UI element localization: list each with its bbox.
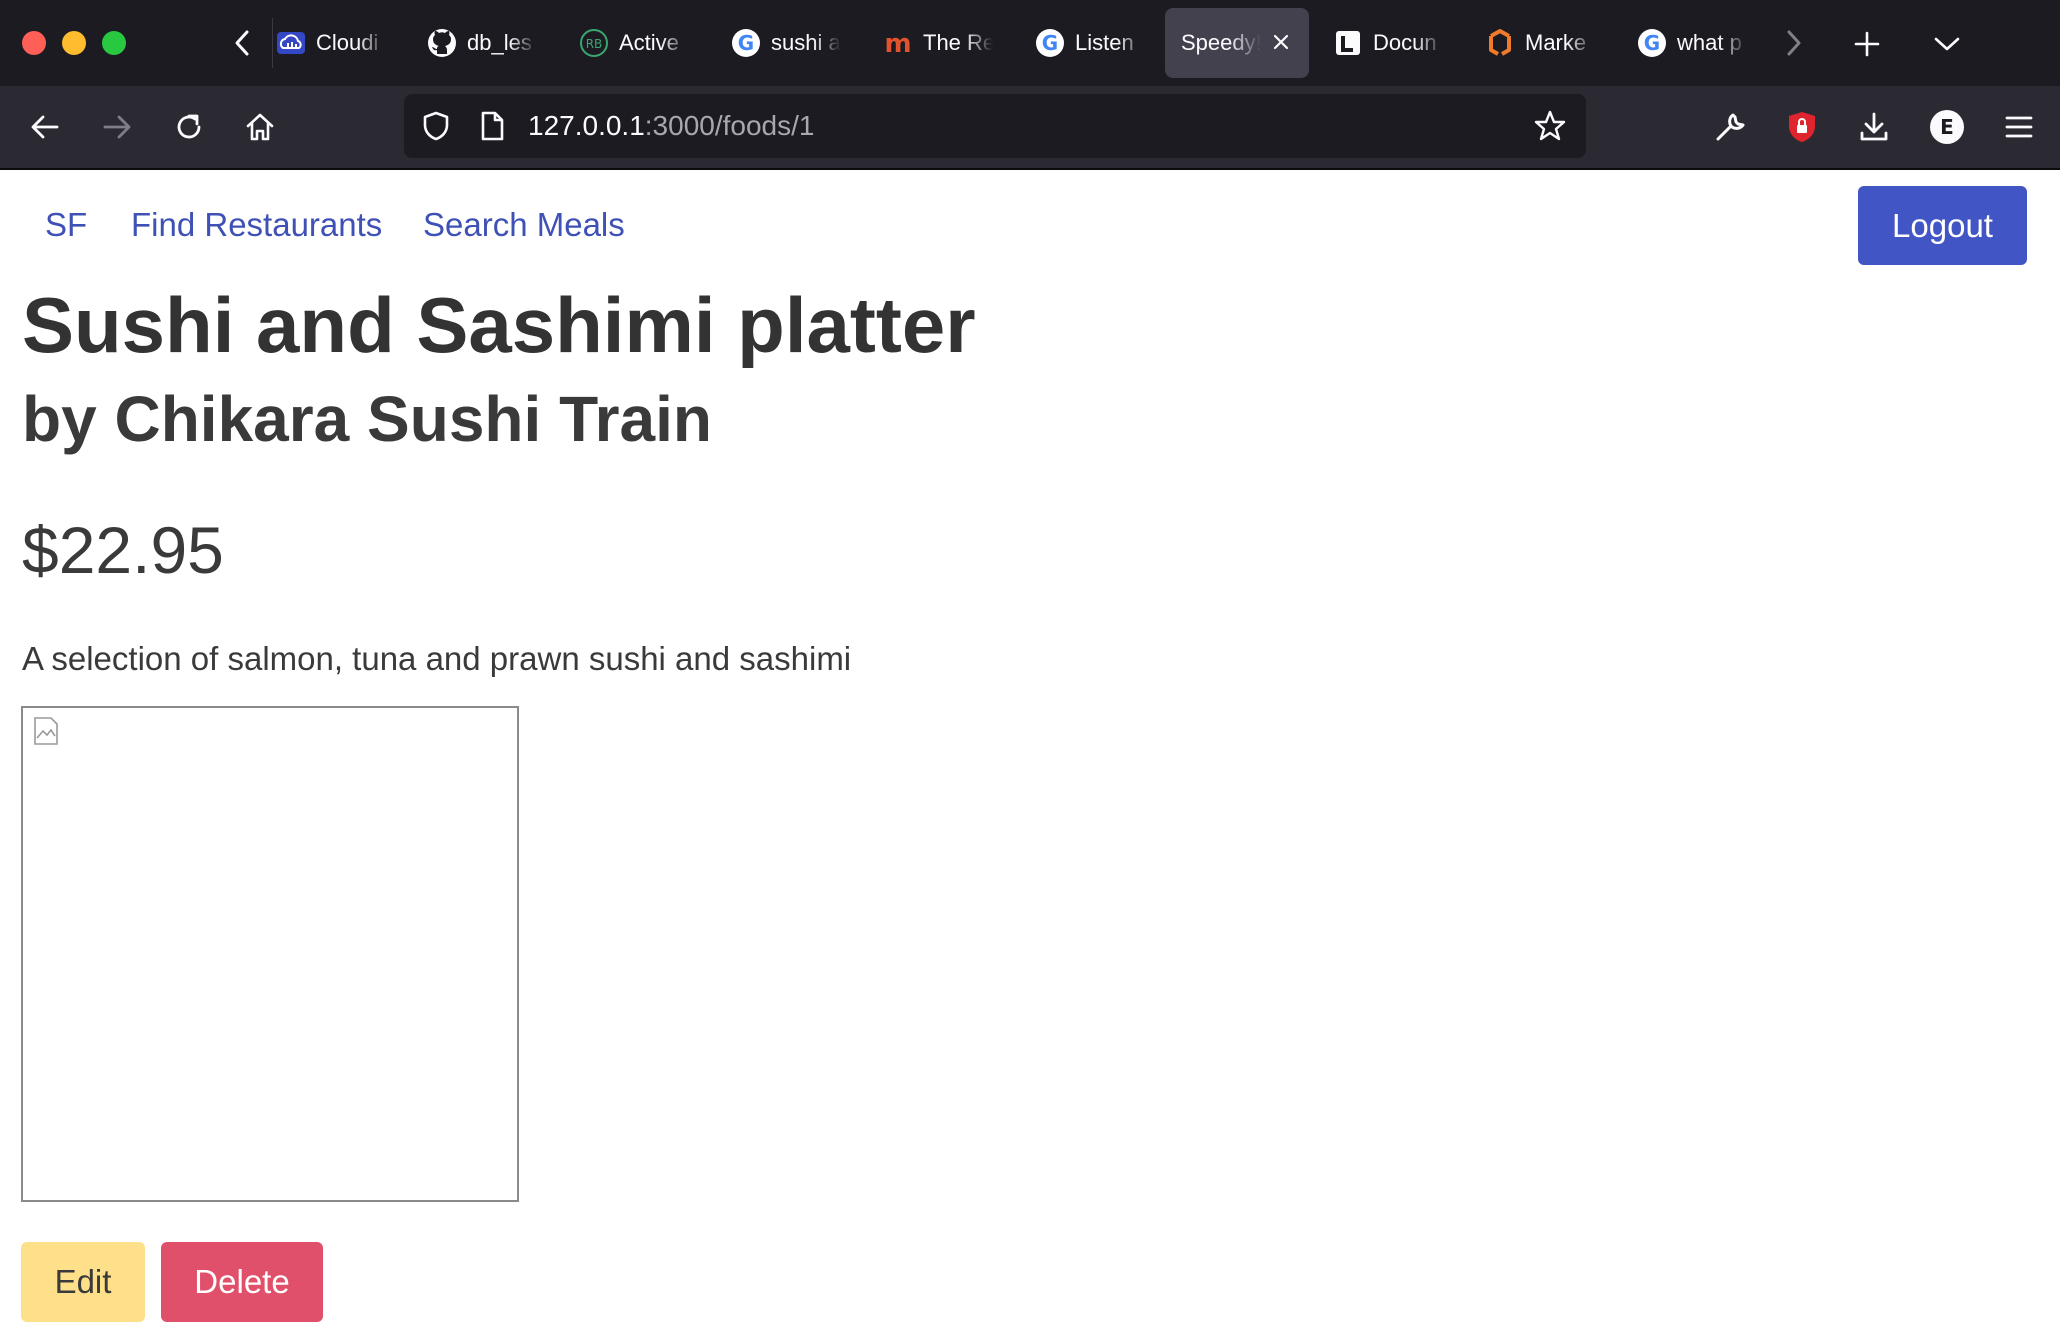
chevron-down-icon — [1934, 37, 1960, 51]
list-all-tabs-button[interactable] — [1925, 22, 1969, 66]
address-bar[interactable]: 127.0.0.1:3000/foods/1 — [404, 94, 1586, 158]
zoom-window-button[interactable] — [102, 31, 126, 55]
navigation-toolbar: 127.0.0.1:3000/foods/1 E — [0, 86, 2060, 170]
svg-text:RB: RB — [586, 37, 603, 51]
docs-icon — [1333, 28, 1363, 58]
delete-button[interactable]: Delete — [161, 1242, 323, 1322]
tab-active-record[interactable]: RB Active — [569, 8, 709, 78]
reload-icon — [177, 114, 201, 139]
m-icon: m — [883, 28, 913, 58]
shield-icon[interactable] — [418, 108, 454, 144]
search-meals-link[interactable]: Search Meals — [423, 206, 625, 244]
close-tab-icon[interactable] — [1269, 30, 1293, 54]
tab-cloudinary[interactable]: Cloudi — [266, 8, 406, 78]
cloudinary-icon — [276, 28, 306, 58]
bookmark-star-icon[interactable] — [1532, 108, 1568, 144]
account-button[interactable]: E — [1922, 102, 1972, 152]
hamburger-menu-icon — [2005, 116, 2033, 138]
food-description: A selection of salmon, tuna and prawn su… — [22, 640, 852, 677]
svg-text:m: m — [884, 29, 911, 58]
edit-button[interactable]: Edit — [21, 1242, 145, 1322]
home-button[interactable] — [235, 102, 285, 152]
logout-button[interactable]: Logout — [1858, 186, 2027, 265]
page-content: SF Find Restaurants Search Meals Logout … — [0, 170, 2060, 1342]
new-tab-button[interactable] — [1845, 22, 1889, 66]
tab-title: Marke — [1525, 30, 1587, 55]
devtools-button[interactable] — [1705, 102, 1755, 152]
minimize-window-button[interactable] — [62, 31, 86, 55]
page-icon[interactable] — [474, 108, 510, 144]
arrow-left-icon — [31, 115, 59, 139]
url-text[interactable]: 127.0.0.1:3000/foods/1 — [528, 110, 814, 142]
plus-icon — [1854, 31, 1880, 57]
tab-title: Active — [619, 30, 679, 55]
tab-the-r[interactable]: m The Re — [873, 8, 1013, 78]
url-path: :3000/foods/1 — [644, 110, 815, 141]
food-image — [21, 706, 519, 1202]
food-price: $22.95 — [22, 513, 224, 587]
svg-text:G: G — [1644, 31, 1660, 55]
tab-google-listen[interactable]: G Listen — [1025, 8, 1165, 78]
tab-title: what p — [1677, 30, 1742, 55]
shield-lock-icon — [1789, 112, 1815, 142]
ublock-extension-button[interactable] — [1777, 102, 1827, 152]
tab-title: db_les — [467, 30, 532, 55]
find-restaurants-link[interactable]: Find Restaurants — [131, 206, 382, 244]
home-icon — [246, 113, 274, 141]
brand-link[interactable]: SF — [45, 206, 87, 244]
tab-strip: Cloudi db_les RB Active G sushi a m The … — [0, 0, 2060, 86]
reload-button[interactable] — [164, 102, 214, 152]
google-icon: G — [731, 28, 761, 58]
chevron-right-icon — [1787, 30, 1801, 56]
downloads-button[interactable] — [1849, 102, 1899, 152]
tab-title: Speedy! — [1181, 30, 1261, 55]
tab-title: Listen — [1075, 30, 1134, 55]
back-button[interactable] — [20, 102, 70, 152]
marketplace-icon — [1485, 28, 1515, 58]
tab-google-what[interactable]: G what p — [1627, 8, 1767, 78]
account-avatar-icon: E — [1930, 110, 1964, 144]
tab-docs[interactable]: Docun — [1323, 8, 1463, 78]
scroll-tabs-right-button[interactable] — [1774, 22, 1814, 64]
tab-title: The Re — [923, 30, 993, 55]
google-icon: G — [1637, 28, 1667, 58]
forward-button[interactable] — [92, 102, 142, 152]
arrow-right-icon — [103, 115, 131, 139]
rb-icon: RB — [579, 28, 609, 58]
scroll-tabs-left-button[interactable] — [222, 22, 262, 64]
tab-marketplace[interactable]: Marke — [1475, 8, 1615, 78]
close-window-button[interactable] — [22, 31, 46, 55]
tab-title: Docun — [1373, 30, 1437, 55]
app-menu-button[interactable] — [1994, 102, 2044, 152]
restaurant-byline: by Chikara Sushi Train — [22, 383, 712, 455]
tab-github[interactable]: db_les — [417, 8, 557, 78]
tab-title: Cloudi — [316, 30, 379, 55]
google-icon: G — [1035, 28, 1065, 58]
tab-speedy-active[interactable]: Speedy! — [1165, 8, 1309, 78]
svg-text:G: G — [1042, 31, 1058, 55]
food-title: Sushi and Sashimi platter — [22, 281, 976, 369]
wrench-icon — [1716, 113, 1745, 141]
url-host: 127.0.0.1 — [528, 110, 645, 141]
download-icon — [1860, 112, 1888, 141]
github-icon — [427, 28, 457, 58]
broken-image-icon — [34, 717, 58, 745]
svg-text:G: G — [738, 31, 754, 55]
tab-google-sushi[interactable]: G sushi a — [721, 8, 861, 78]
chevron-left-icon — [235, 30, 249, 56]
tab-title: sushi a — [771, 30, 841, 55]
